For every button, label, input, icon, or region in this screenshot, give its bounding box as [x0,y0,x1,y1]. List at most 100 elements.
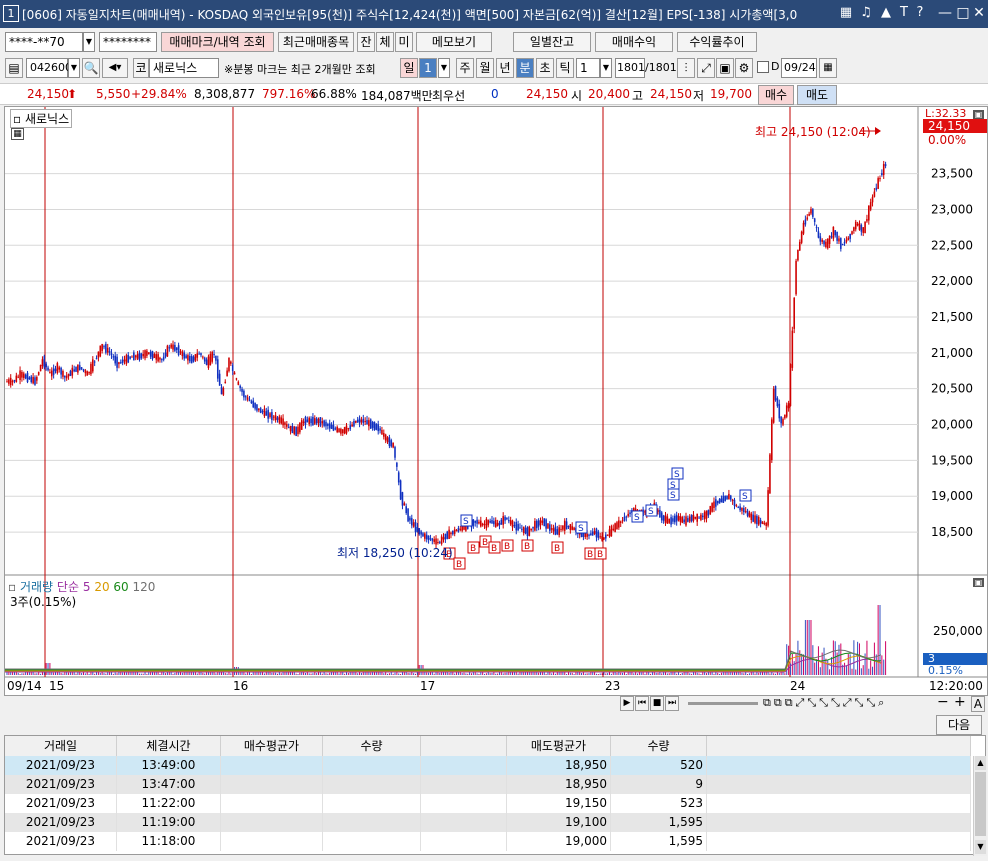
table-cell: 2021/09/23 [5,775,117,794]
pin-icon[interactable]: ▲ [878,4,894,22]
candle-body [19,370,21,381]
memo-button[interactable]: 메모보기 [416,32,492,52]
font-icon[interactable]: T [896,4,912,22]
stop-icon[interactable]: ■ [650,696,664,711]
scroll-thumb[interactable] [975,772,986,836]
auto-scale-icon[interactable]: A [971,696,985,712]
high-price: 24,150 [650,87,692,101]
period-dropdown-icon[interactable]: ▼ [438,58,450,78]
account-dropdown-icon[interactable]: ▼ [83,32,95,52]
table-scrollbar[interactable]: ▲ ▼ [973,756,987,856]
period-second-button[interactable]: 초 [536,58,554,78]
trade-profit-button[interactable]: 매매수익 [595,32,673,52]
period-month-button[interactable]: 월 [476,58,494,78]
zoom-in-icon[interactable]: + [954,694,966,710]
scroll-fast-forward-icon[interactable]: ⏭ [665,696,679,711]
stock-name-input[interactable]: 새로닉스 [149,58,219,78]
candle-body [448,529,450,539]
period-year-button[interactable]: 년 [496,58,514,78]
header-buy-qty: 수량 [323,736,421,756]
code-dropdown-icon[interactable]: ▼ [68,58,80,78]
interval-input[interactable]: 1 [576,58,600,78]
candle-icon[interactable]: ⫶ [677,58,695,78]
drawing-tools[interactable]: ⧉⧉⧉⤢⤡⤡⤡⤢⤡⤡⌕ [763,696,887,710]
candle-body [224,381,227,384]
period-value[interactable]: 1 [419,58,437,78]
table-row[interactable]: 2021/09/23 13:47:00 18,950 9 [5,775,971,794]
candle-body [299,423,301,433]
recent-trades-button[interactable]: 최근매매종목 [278,32,354,52]
compare-icon[interactable]: ⤢ [697,58,715,78]
period-week-button[interactable]: 주 [456,58,474,78]
sell-button[interactable]: 매도 [797,85,837,105]
zoom-slider[interactable] [688,702,758,705]
candle-body [36,377,38,381]
help-icon[interactable]: ? [912,4,928,22]
candle-body [743,508,745,513]
period-minute-button[interactable]: 분 [516,58,534,78]
table-row[interactable]: 2021/09/23 11:18:00 19,000 1,595 [5,832,971,851]
candle-body [390,440,393,447]
sound-icon[interactable]: ◀▾ [102,58,128,78]
price-panel-close-icon[interactable]: ▣ [973,110,984,119]
executed-button[interactable]: 체 [376,32,394,52]
candle-body [672,518,674,522]
scroll-fast-back-icon[interactable]: ⏮ [635,696,649,711]
chart-area[interactable]: 23,500 23,000 22,500 22,000 21,500 21,000 20,5… [4,106,988,696]
d-checkbox[interactable] [757,61,769,73]
table-row[interactable]: 2021/09/23 11:22:00 19,150 523 [5,794,971,813]
menu-icon[interactable]: ▤ [5,58,23,78]
zoom-out-icon[interactable]: − [937,694,949,710]
close-icon[interactable]: ✕ [970,4,988,22]
calendar-icon[interactable]: ▦ [819,58,837,78]
trade-history-table: 거래일 체결시간 매수평균가 수량 매도평균가 수량 2021/09/23 13:… [4,735,987,856]
candle-body [526,527,529,537]
daily-balance-button[interactable]: 일별잔고 [513,32,591,52]
table-icon[interactable]: ▦ [11,128,24,140]
candle-body [707,510,710,516]
password-input[interactable]: ******** [99,32,157,52]
table-row[interactable]: 2021/09/23 11:19:00 19,100 1,595 [5,813,971,832]
best-label: 최우선 [432,89,466,103]
scroll-up-icon[interactable]: ▲ [975,756,986,770]
date-input[interactable]: 09/24 [781,58,817,78]
minimize-icon[interactable]: — [936,4,954,22]
account-input[interactable]: ****-**70 [5,32,83,52]
stock-code-input[interactable]: 042600 [26,58,72,78]
candle-body [552,528,555,532]
unexecuted-button[interactable]: 미 [395,32,413,52]
candle-body [58,367,61,370]
period-tick-button[interactable]: 틱 [556,58,574,78]
grid-icon[interactable]: ▦ [838,4,854,22]
table-row[interactable]: 2021/09/23 13:49:00 18,950 520 [5,756,971,775]
search-icon[interactable]: 🔍 [82,58,100,78]
candle-body [114,355,116,364]
candle-body [550,528,553,530]
candle-body [332,424,335,431]
candle-body [521,528,523,530]
candle-body [472,519,475,526]
scroll-down-icon[interactable]: ▼ [975,840,986,854]
price-chart[interactable]: 23,500 23,000 22,500 22,000 21,500 21,000 20,5… [5,107,987,695]
period-day-button[interactable]: 일 [400,58,418,78]
buy-button[interactable]: 매수 [758,85,794,105]
trade-mark-button[interactable]: 매매마크/내역 조회 [161,32,274,52]
candle-body [80,367,83,369]
scroll-right-icon[interactable]: ▶ [620,696,634,711]
candle-body [627,513,629,517]
candle-body [437,542,439,544]
save-icon[interactable]: ▣ [716,58,734,78]
count-input[interactable]: 1801 [615,58,645,78]
volume-panel-close-icon[interactable]: ▣ [973,578,984,587]
bell-icon[interactable]: ♫ [858,4,874,22]
sell-mark-label: S [463,517,469,527]
candle-body [272,416,275,418]
gear-icon[interactable]: ⚙ [735,58,753,78]
interval-dropdown-icon[interactable]: ▼ [600,58,612,78]
candle-body [444,533,447,540]
next-button[interactable]: 다음 [936,715,982,735]
balance-button[interactable]: 잔 [357,32,375,52]
candle-body [418,528,421,535]
candle-body [43,356,46,368]
return-trend-button[interactable]: 수익률추이 [677,32,757,52]
